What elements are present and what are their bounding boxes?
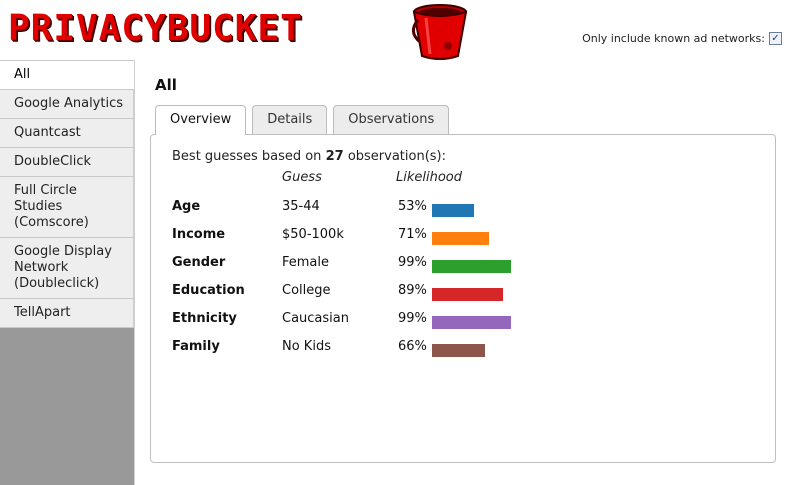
likelihood-percent: 99% [398,311,427,326]
guess-value: Caucasian [282,311,349,326]
sidebar-item-google-analytics[interactable]: Google Analytics [0,90,134,119]
guess-row: Gender Female 99% [151,255,751,275]
guess-value: Female [282,255,330,270]
guess-category: Education [172,283,245,298]
observation-count: 27 [325,149,344,164]
likelihood-percent: 89% [398,283,427,298]
sidebar: All Google Analytics Quantcast DoubleCli… [0,60,134,485]
guess-row: Ethnicity Caucasian 99% [151,311,751,331]
guess-category: Family [172,339,220,354]
sidebar-item-all[interactable]: All [0,60,134,90]
guess-value: 35-44 [282,199,320,214]
summary-prefix: Best guesses based on [172,149,322,164]
likelihood-bar [432,260,511,273]
likelihood-bar [432,316,511,329]
guess-category: Income [172,227,226,242]
bucket-logo-icon [412,4,468,60]
likelihood-bar [432,344,485,357]
tab-details[interactable]: Details [252,105,328,135]
guess-value: College [282,283,331,298]
guess-row: Age 35-44 53% [151,199,751,219]
guess-value: $50-100k [282,227,344,242]
sidebar-item-tellapart[interactable]: TellApart [0,299,134,328]
main-content: All Overview Details Observations Best g… [134,60,800,485]
sidebar-item-google-display-network[interactable]: Google Display Network (Doubleclick) [0,238,134,299]
likelihood-percent: 99% [398,255,427,270]
sidebar-item-full-circle-studies[interactable]: Full Circle Studies (Comscore) [0,177,134,238]
logo-text: PRIVACYBUCKET [8,8,303,49]
summary-suffix: observation(s): [347,149,446,164]
sidebar-item-label: All [14,67,31,82]
guess-row: Education College 89% [151,283,751,303]
sidebar-item-label: Full Circle Studies (Comscore) [14,183,89,230]
likelihood-percent: 71% [398,227,427,242]
sidebar-list: All Google Analytics Quantcast DoubleCli… [0,60,134,328]
guess-category: Gender [172,255,226,270]
column-header-guess: Guess [282,170,322,185]
guess-category: Age [172,199,201,214]
tab-observations[interactable]: Observations [333,105,450,135]
likelihood-bar [432,288,503,301]
tab-overview[interactable]: Overview [155,105,247,135]
tab-bar: Overview Details Observations [155,105,450,135]
summary-text: Best guesses based on 27 observation(s): [172,149,446,164]
guess-row: Family No Kids 66% [151,339,751,359]
adnet-filter-label: Only include known ad networks: [582,32,765,45]
likelihood-percent: 66% [398,339,427,354]
header: PRIVACYBUCKET Only include known ad netw… [0,0,800,60]
sidebar-item-label: DoubleClick [14,154,92,169]
adnet-filter-checkbox[interactable]: ✓ [769,32,782,45]
page-title: All [155,76,177,94]
likelihood-percent: 53% [398,199,427,214]
column-header-likelihood: Likelihood [396,170,463,185]
sidebar-item-quantcast[interactable]: Quantcast [0,119,134,148]
sidebar-item-label: Quantcast [14,125,81,140]
sidebar-item-doubleclick[interactable]: DoubleClick [0,148,134,177]
adnet-filter: Only include known ad networks: ✓ [582,32,782,45]
guess-category: Ethnicity [172,311,237,326]
guess-value: No Kids [282,339,331,354]
sidebar-item-label: Google Display Network (Doubleclick) [14,244,112,291]
likelihood-bar [432,232,489,245]
guess-row: Income $50-100k 71% [151,227,751,247]
overview-panel: Best guesses based on 27 observation(s):… [150,134,776,463]
sidebar-item-label: Google Analytics [14,96,124,111]
likelihood-bar [432,204,474,217]
sidebar-item-label: TellApart [14,305,71,320]
